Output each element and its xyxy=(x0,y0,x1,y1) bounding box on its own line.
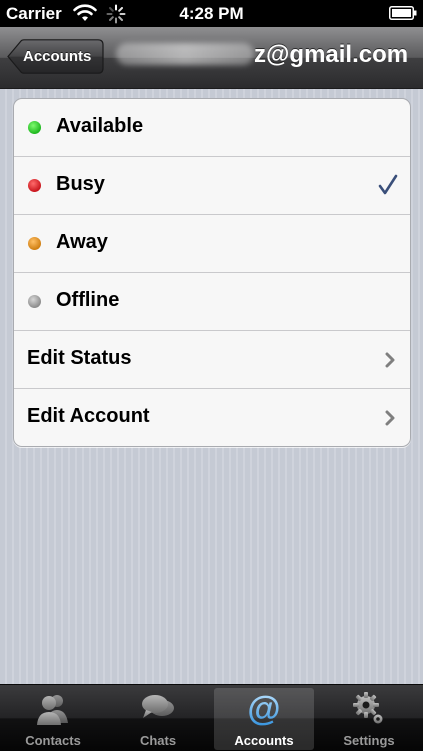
svg-text:@: @ xyxy=(247,691,280,727)
tab-label: Settings xyxy=(343,733,395,748)
tab-label: Contacts xyxy=(25,733,81,748)
status-row-offline[interactable]: Offline xyxy=(14,273,410,331)
edit-account-row[interactable]: Edit Account xyxy=(14,389,410,446)
action-label: Edit Status xyxy=(27,347,132,369)
busy-status-dot-icon xyxy=(28,179,41,192)
offline-status-dot-icon xyxy=(28,295,41,308)
back-button-label: Accounts xyxy=(23,48,92,65)
tab-settings[interactable]: Settings xyxy=(319,688,419,750)
status-row-away[interactable]: Away xyxy=(14,215,410,273)
accounts-back-button[interactable]: Accounts xyxy=(7,39,104,74)
status-label: Busy xyxy=(56,173,105,195)
tab-label: Chats xyxy=(139,733,177,748)
status-label: Available xyxy=(56,115,144,137)
contacts-icon xyxy=(37,695,68,725)
status-row-available[interactable]: Available xyxy=(14,99,410,157)
tab-accounts[interactable]: @ Accounts xyxy=(214,688,314,750)
battery-icon xyxy=(389,6,417,20)
available-status-dot-icon xyxy=(28,121,41,134)
tab-chats[interactable]: Chats xyxy=(108,688,208,750)
chevron-right-icon xyxy=(385,410,395,426)
edit-status-row[interactable]: Edit Status xyxy=(14,331,410,389)
status-table: Available Busy Away Offline Edit Status … xyxy=(13,98,411,447)
redacted-email-prefix xyxy=(116,43,254,65)
away-status-dot-icon xyxy=(28,237,41,250)
tab-bar: Contacts Chats @ Accounts Settings xyxy=(0,684,423,751)
status-row-busy[interactable]: Busy xyxy=(14,157,410,215)
status-label: Away xyxy=(56,231,108,253)
chats-icon xyxy=(142,695,174,718)
action-label: Edit Account xyxy=(27,405,150,427)
tab-label: Accounts xyxy=(234,733,294,748)
chevron-right-icon xyxy=(385,352,395,368)
tab-contacts[interactable]: Contacts xyxy=(3,688,103,750)
gear-icon xyxy=(353,692,383,724)
account-email-title: z@gmail.com xyxy=(116,41,416,69)
email-suffix: z@gmail.com xyxy=(254,41,409,68)
checkmark-icon xyxy=(378,174,398,195)
status-bar: Carrier 4:28 PM xyxy=(0,0,423,27)
at-sign-icon: @ xyxy=(247,691,280,727)
status-time: 4:28 PM xyxy=(179,4,244,23)
status-label: Offline xyxy=(56,289,120,311)
navigation-bar: Accounts z@gmail.com xyxy=(0,27,423,89)
